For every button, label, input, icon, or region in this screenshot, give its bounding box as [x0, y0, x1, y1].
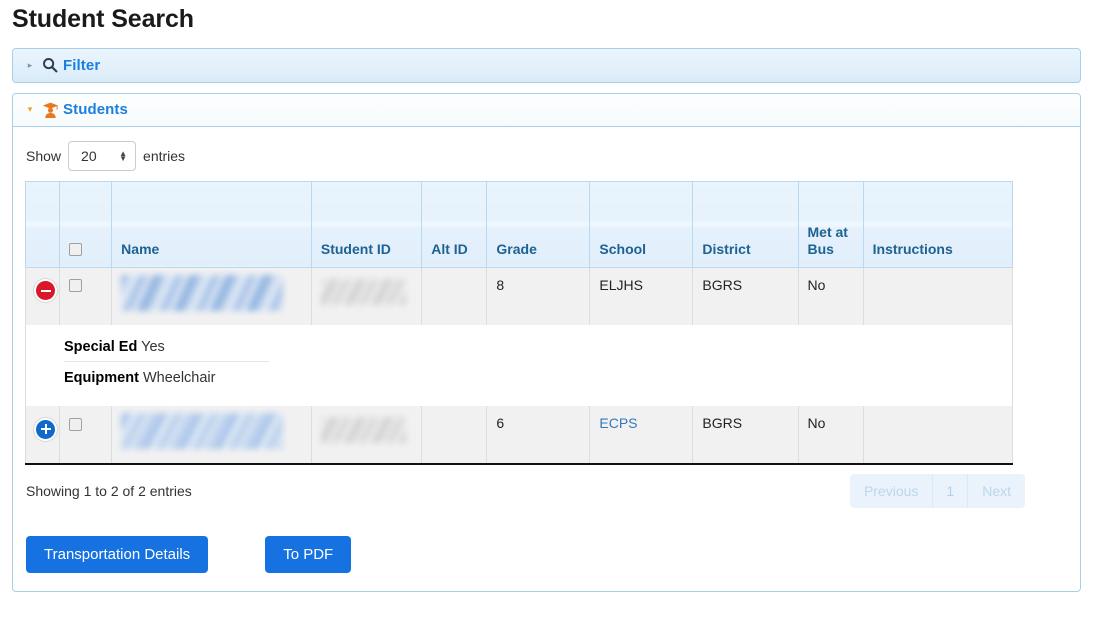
school-link[interactable]: ECPS [599, 415, 637, 431]
table-pagination: Previous 1 Next [849, 474, 1025, 508]
cell-name[interactable] [111, 267, 312, 325]
students-panel-header[interactable]: ▾ Students [13, 93, 1080, 127]
row-expand-cell[interactable] [25, 267, 60, 325]
detail-equipment: Equipment Wheelchair [64, 361, 269, 392]
col-header-school[interactable]: School [589, 180, 694, 268]
cell-student-id [310, 267, 423, 325]
cell-district: BGRS [692, 267, 799, 325]
detail-special-ed-label: Special Ed [64, 339, 138, 355]
filter-panel-header[interactable]: ▸ Filter [13, 48, 1080, 82]
col-header-grade[interactable]: Grade [486, 180, 591, 268]
row-select-cell[interactable] [58, 267, 113, 325]
transportation-details-button[interactable]: Transportation Details [26, 536, 209, 573]
row-select-checkbox[interactable] [68, 279, 82, 293]
select-spinner-icon: ▲ ▼ [119, 148, 128, 163]
students-panel-title: Students [63, 101, 128, 118]
detail-equipment-value: Wheelchair [142, 370, 216, 386]
students-table-body: 8 ELJHS BGRS No Special Ed Yes Equipment… [25, 267, 1014, 464]
students-table-head: Name Student ID Alt ID Grade School Dist… [25, 180, 1014, 268]
pagination-page-1-button[interactable]: 1 [933, 474, 969, 508]
col-header-met-at-bus[interactable]: Met at Bus [797, 180, 864, 268]
entries-per-page-value: 20 [81, 147, 97, 164]
cell-school: ELJHS [589, 267, 694, 325]
cell-district: BGRS [692, 406, 799, 464]
table-header-row: Name Student ID Alt ID Grade School Dist… [25, 180, 1014, 268]
to-pdf-button[interactable]: To PDF [265, 536, 352, 573]
detail-equipment-label: Equipment [64, 370, 139, 386]
student-graduate-icon [37, 102, 63, 118]
cell-name[interactable] [111, 406, 312, 464]
cell-school[interactable]: ECPS [589, 406, 694, 464]
row-select-checkbox[interactable] [68, 417, 82, 431]
redacted-student-name [121, 274, 284, 311]
minus-glyph [40, 289, 51, 292]
col-header-district[interactable]: District [692, 180, 799, 268]
cell-met-at-bus: No [797, 406, 864, 464]
detail-special-ed-value: Yes [141, 339, 165, 355]
page-title: Student Search [12, 5, 194, 33]
col-header-name[interactable]: Name [111, 180, 312, 268]
col-header-control [25, 180, 60, 268]
table-length-control: Show 20 ▲ ▼ entries [26, 140, 1068, 171]
table-footer: Showing 1 to 2 of 2 entries Previous 1 N… [25, 474, 1025, 508]
col-header-select-all[interactable] [58, 180, 113, 268]
page-root: Student Search ▸ Filter ▾ Students Show … [0, 5, 1093, 592]
cell-instructions [862, 267, 1014, 325]
table-row[interactable]: 6 ECPS BGRS No [25, 406, 1014, 464]
cell-instructions [862, 406, 1014, 464]
row-details-content: Special Ed Yes Equipment Wheelchair [26, 325, 1012, 406]
row-details-cell: Special Ed Yes Equipment Wheelchair [25, 325, 1013, 406]
action-button-row: Transportation Details To PDF [25, 536, 1068, 573]
col-header-alt-id[interactable]: Alt ID [421, 180, 488, 268]
cell-met-at-bus: No [797, 267, 864, 325]
row-expand-cell[interactable] [25, 406, 60, 464]
plus-circle-icon[interactable] [36, 419, 55, 439]
students-table: Name Student ID Alt ID Grade School Dist… [25, 180, 1014, 465]
table-row[interactable]: 8 ELJHS BGRS No [25, 267, 1014, 325]
pagination-next-button[interactable]: Next [968, 474, 1025, 508]
table-info-text: Showing 1 to 2 of 2 entries [26, 483, 192, 499]
filter-panel: ▸ Filter [12, 47, 1081, 83]
filter-panel-title: Filter [63, 56, 101, 74]
entries-per-page-select[interactable]: 20 ▲ ▼ [68, 140, 137, 171]
table-row-details: Special Ed Yes Equipment Wheelchair [25, 325, 1013, 406]
cell-grade: 8 [486, 267, 591, 325]
row-select-cell[interactable] [58, 406, 113, 464]
detail-special-ed: Special Ed Yes [64, 335, 269, 361]
chevron-right-icon[interactable]: ▸ [23, 60, 37, 70]
cell-alt-id [421, 267, 488, 325]
chevron-down-icon[interactable]: ▾ [23, 105, 37, 114]
students-panel: ▾ Students Show 20 ▲ ▼ entries Name Stud… [12, 92, 1081, 592]
plus-glyph [40, 424, 51, 434]
students-panel-body: Show 20 ▲ ▼ entries Name Student ID Alt … [13, 127, 1080, 592]
redacted-student-id [320, 417, 406, 443]
cell-alt-id [421, 406, 488, 464]
pagination-previous-button[interactable]: Previous [849, 474, 934, 508]
col-header-instructions[interactable]: Instructions [862, 180, 1014, 268]
redacted-student-id [320, 278, 406, 305]
redacted-student-name [121, 413, 284, 449]
length-suffix-label: entries [143, 147, 186, 164]
cell-grade: 6 [486, 406, 591, 464]
cell-student-id [310, 406, 423, 464]
col-header-student-id[interactable]: Student ID [310, 180, 423, 268]
select-all-checkbox[interactable] [68, 243, 82, 257]
search-icon [37, 57, 63, 73]
length-prefix-label: Show [26, 147, 62, 164]
minus-circle-icon[interactable] [36, 281, 55, 300]
